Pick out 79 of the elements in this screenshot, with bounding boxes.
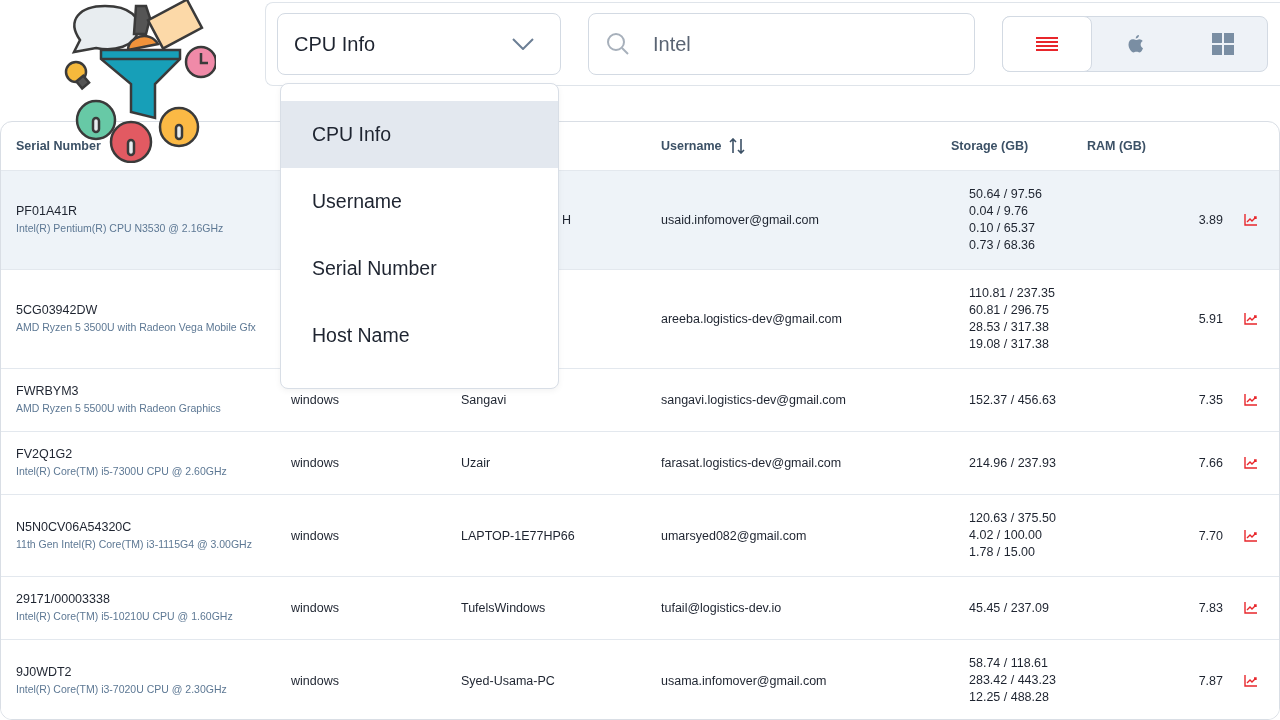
column-header: Storage (GB): [951, 139, 1029, 153]
serial-number: FV2Q1G2: [16, 447, 74, 461]
search-field[interactable]: Intel: [588, 13, 975, 75]
table-cell: LAPTOP-1E77HP66: [461, 528, 575, 543]
table-cell: 5.91: [1198, 312, 1223, 326]
storage-value: 1.78 / 15.00: [969, 544, 1037, 561]
chart-icon[interactable]: [1243, 394, 1257, 406]
storage-value: 60.81 / 296.75: [969, 302, 1050, 319]
table-cell: 7.35: [1198, 393, 1223, 407]
serial-number: PF01A41R: [16, 204, 79, 218]
table-cell: windows: [291, 393, 339, 407]
sort-icon[interactable]: [729, 138, 746, 154]
cpu-info: AMD Ryzen 5 5500U with Radeon Graphics: [16, 401, 222, 416]
cpu-info: Intel(R) Core(TM) i3-7020U CPU @ 2.30GHz: [16, 681, 228, 697]
view-button[interactable]: [1002, 16, 1092, 72]
serial-number: FWRBYM3: [16, 384, 80, 398]
storage-value: 50.64 / 97.56: [969, 186, 1043, 203]
storage-value: 45.45 / 237.09: [969, 599, 1050, 617]
storage-value: 152.37 / 456.63: [969, 391, 1057, 409]
storage-value: 283.42 / 443.23: [969, 672, 1057, 689]
storage-value: 214.96 / 237.93: [969, 454, 1057, 472]
dropdown-option[interactable]: CPU Info: [281, 101, 558, 168]
table-cell: 7.70: [1198, 528, 1223, 543]
apple-icon: [1126, 33, 1145, 55]
grid-icon: [1212, 33, 1235, 55]
chart-icon[interactable]: [1243, 602, 1257, 614]
table-cell: umarsyed082@gmail.com: [661, 528, 807, 543]
serial-number: 9J0WDT2: [16, 664, 73, 679]
table-cell: tufail@logistics-dev.io: [661, 601, 782, 615]
dropdown-option[interactable]: Host Name: [281, 302, 558, 369]
column-header: Username: [661, 139, 722, 153]
list-icon: [1035, 36, 1058, 52]
serial-number: 5CG03942DW: [16, 303, 99, 317]
filter-dropdown[interactable]: CPU Info: [277, 13, 561, 75]
table-cell: sangavi.logistics-dev@gmail.com: [661, 393, 846, 407]
storage-value: 58.74 / 118.61: [969, 655, 1049, 672]
storage-value: 0.04 / 9.76: [969, 203, 1030, 220]
table-cell: 7.87: [1198, 673, 1223, 688]
cpu-info: 11th Gen Intel(R) Core(TM) i3-1115G4 @ 3.00GHz: [16, 536, 253, 552]
chart-icon[interactable]: [1243, 214, 1257, 226]
cpu-info: Intel(R) Pentium(R) CPU N3530 @ 2.16GHz: [16, 221, 225, 236]
table-cell: Syed-Usama-PC: [461, 673, 555, 688]
table-cell: Uzair: [461, 456, 491, 470]
column-header: Serial Number: [16, 139, 101, 153]
storage-value: 28.53 / 317.38: [969, 319, 1050, 336]
cpu-info: AMD Ryzen 5 3500U with Radeon Vega Mobile Gfx: [16, 320, 257, 335]
table-cell: windows: [291, 456, 339, 470]
chart-icon[interactable]: [1243, 529, 1257, 542]
table-cell: windows: [291, 673, 339, 688]
column-header: RAM (GB): [1087, 139, 1146, 153]
storage-value: 110.81 / 237.35: [969, 285, 1056, 302]
storage-value: 4.02 / 100.00: [969, 527, 1043, 544]
table-cell: farasat.logistics-dev@gmail.com: [661, 456, 842, 470]
serial-number: N5N0CV06A54320C: [16, 519, 133, 534]
table-cell: 7.66: [1198, 456, 1223, 470]
table-cell: windows: [291, 601, 339, 615]
chart-icon[interactable]: [1243, 313, 1257, 325]
cpu-info: Intel(R) Core(TM) i5-7300U CPU @ 2.60GHz: [16, 464, 228, 479]
table-cell: H: [561, 213, 571, 227]
chart-icon[interactable]: [1243, 457, 1257, 469]
table-cell: 7.83: [1198, 601, 1223, 615]
serial-number: 29171/00003338: [16, 592, 111, 606]
storage-value: 12.25 / 488.28: [969, 689, 1050, 706]
chart-icon[interactable]: [1243, 674, 1257, 687]
table-cell: TufelsWindows: [461, 601, 546, 615]
table-cell: usaid.infomover@gmail.com: [661, 213, 819, 227]
table-cell: areeba.logistics-dev@gmail.com: [661, 312, 842, 326]
table-cell: windows: [291, 528, 339, 543]
table-cell: Sangavi: [461, 393, 507, 407]
chevron-down-icon: [512, 38, 534, 50]
dropdown-option[interactable]: Username: [281, 168, 558, 235]
table-cell: 3.89: [1198, 213, 1223, 227]
storage-value: 0.73 / 68.36: [969, 237, 1037, 254]
storage-value: 19.08 / 317.38: [969, 336, 1050, 353]
dropdown-option[interactable]: Serial Number: [281, 235, 558, 302]
cpu-info: Intel(R) Core(TM) i5-10210U CPU @ 1.60GHz: [16, 609, 234, 624]
storage-value: 120.63 / 375.50: [969, 510, 1057, 527]
storage-value: 0.10 / 65.37: [969, 220, 1037, 237]
table-cell: usama.infomover@gmail.com: [661, 673, 827, 688]
